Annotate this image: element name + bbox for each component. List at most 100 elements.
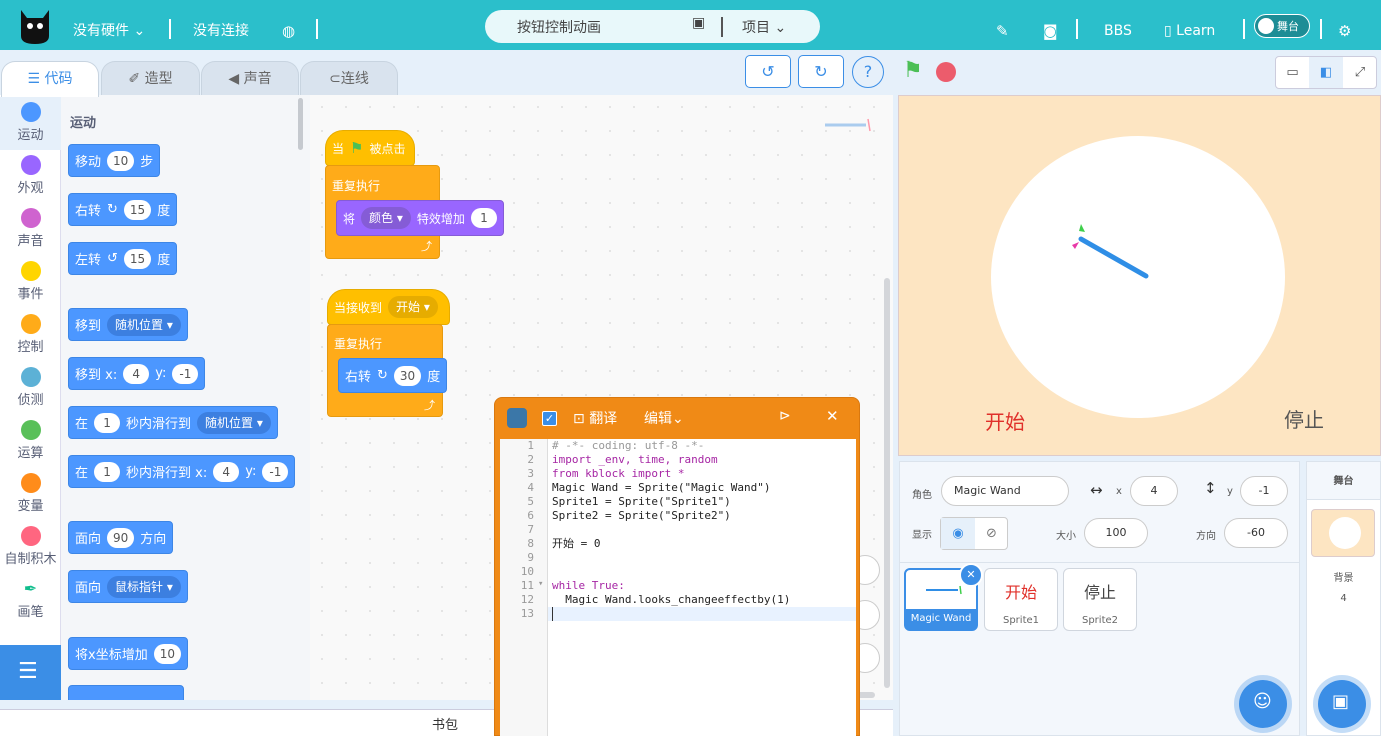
stage-canvas[interactable]: 开始 停止 — [898, 95, 1381, 456]
block-turn-left[interactable]: 左转 ↺ 15 度 — [68, 242, 178, 275]
sprite-thumb-sprite1[interactable]: 开始 Sprite1 — [984, 568, 1058, 631]
block-goto-xy[interactable]: 移到 x: 4 y: -1 — [68, 357, 206, 390]
palette-scrollbar[interactable] — [298, 98, 303, 150]
fullscreen-icon[interactable]: ⤢ — [1343, 57, 1377, 88]
edit-pencil-icon[interactable]: ✎ — [996, 0, 1009, 50]
sync-checkbox[interactable]: ✓ — [542, 411, 557, 426]
eye-icon[interactable]: ◉ — [941, 518, 975, 549]
category-my-blocks[interactable]: 自制积木 — [0, 521, 61, 574]
block-dropdown[interactable]: 随机位置 ▾ — [197, 411, 271, 434]
stop-button[interactable] — [936, 62, 956, 82]
block-turn-right[interactable]: 右转 ↻ 15 度 — [68, 193, 178, 226]
block-dropdown[interactable]: 鼠标指针 ▾ — [107, 575, 181, 598]
block-input[interactable]: 90 — [107, 527, 135, 548]
edit-menu[interactable]: 编辑⌄ — [644, 408, 684, 428]
block-glide[interactable]: 在 1 秒内滑行到 随机位置 ▾ — [68, 406, 278, 439]
sprite-thumb-sprite2[interactable]: 停止 Sprite2 — [1063, 568, 1137, 631]
block-input[interactable]: 10 — [107, 150, 135, 171]
sprite-name-input[interactable]: Magic Wand — [941, 476, 1069, 506]
category-label: 控制 — [17, 340, 44, 355]
direction-input[interactable]: -60 — [1224, 518, 1288, 548]
globe-icon[interactable]: ◍ — [282, 0, 295, 50]
size-input[interactable]: 100 — [1084, 518, 1148, 548]
block-input[interactable]: -1 — [172, 363, 199, 384]
block-partial[interactable] — [68, 685, 184, 700]
category-sensing[interactable]: 侦测 — [0, 362, 61, 415]
block-dropdown[interactable]: 颜色 ▾ — [361, 207, 411, 229]
block-glide-xy[interactable]: 在 1 秒内滑行到 x: 4 y: -1 — [68, 455, 296, 488]
fold-arrow-icon[interactable]: ▾ — [538, 579, 543, 589]
category-variables[interactable]: 变量 — [0, 468, 61, 521]
stage-mode-toggle[interactable]: 舞台 — [1254, 14, 1310, 38]
gear-icon[interactable]: ⚙ — [1338, 0, 1351, 50]
normal-stage-icon[interactable]: ◧ — [1309, 57, 1343, 88]
redo-button[interactable]: ↻ — [798, 55, 844, 88]
block-dropdown[interactable]: 随机位置 ▾ — [107, 313, 181, 336]
stop-sprite[interactable]: 停止 — [1284, 404, 1324, 433]
block-point-towards[interactable]: 面向 鼠标指针 ▾ — [68, 570, 188, 603]
category-events[interactable]: 事件 — [0, 256, 61, 309]
save-icon[interactable]: ▣ — [692, 15, 705, 31]
small-stage-icon[interactable]: ▭ — [1276, 57, 1309, 88]
close-icon[interactable]: ✕ — [826, 407, 839, 425]
block-change-x[interactable]: 将x坐标增加 10 — [68, 637, 188, 670]
block-move-steps[interactable]: 移动 10 步 — [68, 144, 161, 177]
category-sound[interactable]: 声音 — [0, 203, 61, 256]
block-input[interactable]: 10 — [153, 643, 181, 664]
block-input[interactable]: 15 — [123, 248, 152, 269]
block-goto[interactable]: 移到 随机位置 ▾ — [68, 308, 188, 341]
block-dropdown[interactable]: 开始 ▾ — [388, 296, 438, 318]
hat-when-receive[interactable]: 当接收到 开始 ▾ — [327, 289, 450, 325]
block-input[interactable]: -1 — [262, 461, 289, 482]
add-backdrop-button[interactable]: ▣ — [1318, 680, 1366, 728]
block-input[interactable]: 1 — [94, 412, 121, 433]
workspace-vscrollbar[interactable] — [884, 278, 890, 688]
block-input[interactable]: 1 — [470, 208, 497, 228]
tab-code[interactable]: ☰ 代码 — [1, 61, 99, 97]
block-label: 重复执行 — [334, 337, 383, 351]
block-input[interactable]: 15 — [123, 199, 152, 220]
tab-sounds[interactable]: ◀ 声音 — [201, 61, 299, 96]
bbs-link[interactable]: BBS — [1104, 0, 1132, 50]
block-turn-right-ws[interactable]: 右转 ↻ 30 度 — [338, 358, 448, 393]
tab-costumes[interactable]: ✐ 造型 — [101, 61, 200, 96]
add-sprite-button[interactable]: ☺ — [1239, 680, 1287, 728]
magic-wand-sprite[interactable] — [1067, 218, 1153, 282]
start-sprite[interactable]: 开始 — [985, 406, 1025, 435]
redo-icon: ↻ — [814, 62, 828, 81]
green-flag-button[interactable]: ⚑ — [903, 58, 923, 83]
block-input[interactable]: 4 — [213, 461, 240, 482]
hardware-menu[interactable]: 没有硬件 ⌄ — [73, 0, 145, 50]
connection-menu[interactable]: 没有连接 — [193, 0, 249, 50]
block-input[interactable]: 30 — [393, 365, 422, 386]
category-operators[interactable]: 运算 — [0, 415, 61, 468]
block-point-direction[interactable]: 面向 90 方向 — [68, 521, 174, 554]
eye-off-icon[interactable]: ⊘ — [975, 518, 1008, 549]
project-menu[interactable]: 项目 ⌄ — [742, 17, 786, 37]
block-label: 右转 — [75, 204, 102, 219]
category-motion[interactable]: 运动 — [0, 97, 61, 150]
project-name-input[interactable]: 按钮控制动画 — [517, 17, 601, 37]
app-logo-icon[interactable] — [15, 6, 55, 46]
y-input[interactable]: -1 — [1240, 476, 1288, 506]
backdrop-thumbnail[interactable] — [1311, 509, 1375, 557]
backdrop-circle — [1329, 517, 1361, 549]
hat-green-flag-clicked[interactable]: 当 ⚑ 被点击 — [325, 130, 415, 166]
add-extension-button[interactable]: ☰ — [0, 645, 61, 700]
undo-button[interactable]: ↺ — [745, 55, 791, 88]
learn-link[interactable]: ▯ Learn — [1164, 0, 1215, 50]
help-button[interactable]: ? — [852, 56, 884, 88]
category-control[interactable]: 控制 — [0, 309, 61, 362]
delete-sprite-button[interactable]: ✕ — [959, 563, 983, 587]
camera-icon[interactable]: ◙ — [1043, 0, 1058, 50]
block-input[interactable]: 1 — [94, 461, 121, 482]
x-input[interactable]: 4 — [1130, 476, 1178, 506]
translate-button[interactable]: ⊡ 翻译 — [573, 408, 617, 428]
category-looks[interactable]: 外观 — [0, 150, 61, 203]
category-pen[interactable]: ✒ 画笔 — [0, 574, 61, 627]
tab-wiring[interactable]: ⊂连线 — [300, 61, 398, 96]
run-icon[interactable]: ⊳ — [779, 408, 791, 424]
block-input[interactable]: 4 — [123, 363, 150, 384]
block-change-effect[interactable]: 将颜色 ▾ 特效增加 1 — [336, 200, 504, 236]
code-editor[interactable]: 1 2 3 4 5 6 7 8 9 10 11 12 13 ▾ # -*- co… — [500, 439, 856, 736]
